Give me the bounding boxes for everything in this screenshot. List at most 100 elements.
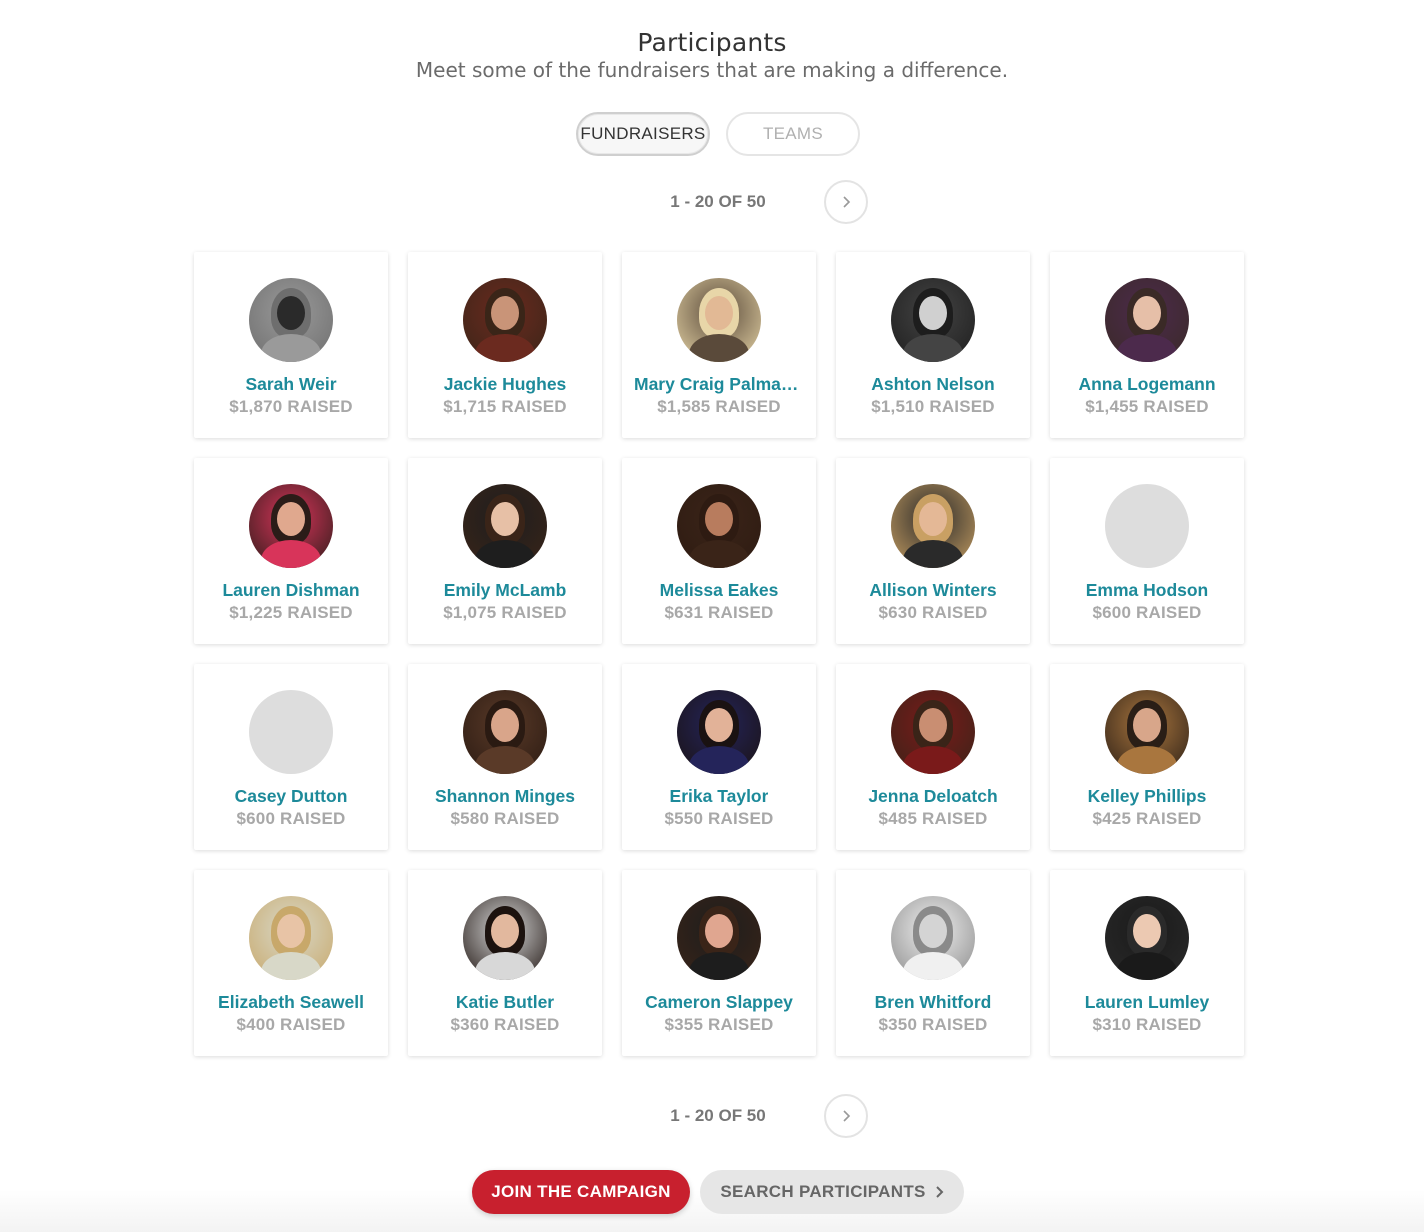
participant-card[interactable]: Erika Taylor $550 RAISED [622, 664, 816, 850]
participant-name[interactable]: Ashton Nelson [871, 374, 994, 395]
amount-raised: $1,585 RAISED [657, 397, 781, 416]
avatar [891, 484, 975, 568]
amount-raised: $350 RAISED [878, 1015, 988, 1034]
amount-raised: $400 RAISED [236, 1015, 346, 1034]
participant-name[interactable]: Katie Butler [456, 992, 554, 1013]
amount-raised: $580 RAISED [450, 809, 560, 828]
tab-fundraisers[interactable]: FUNDRAISERS [576, 112, 710, 156]
participant-name[interactable]: Casey Dutton [235, 786, 348, 807]
participant-name[interactable]: Kelley Phillips [1088, 786, 1207, 807]
participant-name[interactable]: Emma Hodson [1086, 580, 1209, 601]
next-page-button[interactable] [824, 180, 868, 224]
avatar [891, 690, 975, 774]
avatar [463, 278, 547, 362]
chevron-right-icon [843, 1110, 851, 1122]
participant-card[interactable]: Emily McLamb $1,075 RAISED [408, 458, 602, 644]
amount-raised: $600 RAISED [236, 809, 346, 828]
pager-bottom: 1 - 20 OF 50 [0, 1094, 1424, 1138]
participant-card[interactable]: Sarah Weir $1,870 RAISED [194, 252, 388, 438]
amount-raised: $1,870 RAISED [229, 397, 353, 416]
amount-raised: $310 RAISED [1092, 1015, 1202, 1034]
participant-card[interactable]: Lauren Lumley $310 RAISED [1050, 870, 1244, 1056]
amount-raised: $355 RAISED [664, 1015, 774, 1034]
pager-range: 1 - 20 OF 50 [670, 1106, 766, 1125]
participant-card[interactable]: Ashton Nelson $1,510 RAISED [836, 252, 1030, 438]
participant-name[interactable]: Jenna Deloatch [868, 786, 997, 807]
chevron-right-icon [935, 1186, 944, 1198]
avatar [463, 896, 547, 980]
amount-raised: $631 RAISED [664, 603, 774, 622]
participant-card[interactable]: Allison Winters $630 RAISED [836, 458, 1030, 644]
avatar [677, 896, 761, 980]
page-title: Participants [637, 28, 787, 57]
participant-card[interactable]: Mary Craig Palmat… $1,585 RAISED [622, 252, 816, 438]
search-participants-button[interactable]: SEARCH PARTICIPANTS [700, 1170, 964, 1214]
avatar [1105, 690, 1189, 774]
avatar [1105, 278, 1189, 362]
avatar [677, 278, 761, 362]
amount-raised: $600 RAISED [1092, 603, 1202, 622]
participant-tabs: FUNDRAISERS TEAMS [576, 112, 860, 156]
join-campaign-button[interactable]: JOIN THE CAMPAIGN [472, 1170, 690, 1214]
tab-teams[interactable]: TEAMS [726, 112, 860, 156]
participant-card[interactable]: Casey Dutton $600 RAISED [194, 664, 388, 850]
avatar [891, 278, 975, 362]
avatar [463, 484, 547, 568]
avatar [1105, 896, 1189, 980]
avatar [1105, 484, 1189, 568]
participant-name[interactable]: Mary Craig Palmat… [634, 374, 804, 395]
amount-raised: $360 RAISED [450, 1015, 560, 1034]
participant-name[interactable]: Melissa Eakes [660, 580, 779, 601]
participant-card[interactable]: Emma Hodson $600 RAISED [1050, 458, 1244, 644]
avatar [891, 896, 975, 980]
avatar [249, 278, 333, 362]
chevron-right-icon [843, 196, 851, 208]
amount-raised: $1,075 RAISED [443, 603, 567, 622]
amount-raised: $485 RAISED [878, 809, 988, 828]
search-participants-label: SEARCH PARTICIPANTS [720, 1182, 926, 1201]
participant-name[interactable]: Anna Logemann [1078, 374, 1215, 395]
participant-card[interactable]: Katie Butler $360 RAISED [408, 870, 602, 1056]
amount-raised: $1,510 RAISED [871, 397, 995, 416]
participant-card[interactable]: Shannon Minges $580 RAISED [408, 664, 602, 850]
participant-card[interactable]: Jackie Hughes $1,715 RAISED [408, 252, 602, 438]
page-subtitle: Meet some of the fundraisers that are ma… [415, 58, 1009, 82]
participant-card[interactable]: Anna Logemann $1,455 RAISED [1050, 252, 1244, 438]
amount-raised: $630 RAISED [878, 603, 988, 622]
avatar [463, 690, 547, 774]
avatar [677, 484, 761, 568]
pager-range: 1 - 20 OF 50 [670, 192, 766, 211]
participant-card[interactable]: Cameron Slappey $355 RAISED [622, 870, 816, 1056]
participant-name[interactable]: Bren Whitford [875, 992, 992, 1013]
amount-raised: $1,715 RAISED [443, 397, 567, 416]
amount-raised: $1,455 RAISED [1085, 397, 1209, 416]
participant-name[interactable]: Sarah Weir [245, 374, 336, 395]
participant-grid: Sarah Weir $1,870 RAISED Jackie Hughes $1,7… [194, 252, 1244, 1056]
avatar [677, 690, 761, 774]
participant-name[interactable]: Lauren Dishman [222, 580, 359, 601]
participant-card[interactable]: Melissa Eakes $631 RAISED [622, 458, 816, 644]
join-campaign-label: JOIN THE CAMPAIGN [491, 1182, 671, 1201]
participant-name[interactable]: Erika Taylor [670, 786, 769, 807]
next-page-button[interactable] [824, 1094, 868, 1138]
participant-card[interactable]: Lauren Dishman $1,225 RAISED [194, 458, 388, 644]
participant-name[interactable]: Shannon Minges [435, 786, 575, 807]
participant-name[interactable]: Lauren Lumley [1085, 992, 1209, 1013]
participant-name[interactable]: Emily McLamb [444, 580, 567, 601]
participant-card[interactable]: Elizabeth Seawell $400 RAISED [194, 870, 388, 1056]
participant-name[interactable]: Elizabeth Seawell [218, 992, 364, 1013]
participant-name[interactable]: Jackie Hughes [444, 374, 567, 395]
amount-raised: $425 RAISED [1092, 809, 1202, 828]
avatar [249, 896, 333, 980]
participant-name[interactable]: Cameron Slappey [645, 992, 793, 1013]
avatar [249, 690, 333, 774]
amount-raised: $1,225 RAISED [229, 603, 353, 622]
pager-top: 1 - 20 OF 50 [0, 180, 1424, 224]
action-buttons: JOIN THE CAMPAIGN SEARCH PARTICIPANTS [472, 1170, 964, 1214]
participant-card[interactable]: Kelley Phillips $425 RAISED [1050, 664, 1244, 850]
participant-name[interactable]: Allison Winters [869, 580, 996, 601]
avatar [249, 484, 333, 568]
participant-card[interactable]: Bren Whitford $350 RAISED [836, 870, 1030, 1056]
participant-card[interactable]: Jenna Deloatch $485 RAISED [836, 664, 1030, 850]
amount-raised: $550 RAISED [664, 809, 774, 828]
